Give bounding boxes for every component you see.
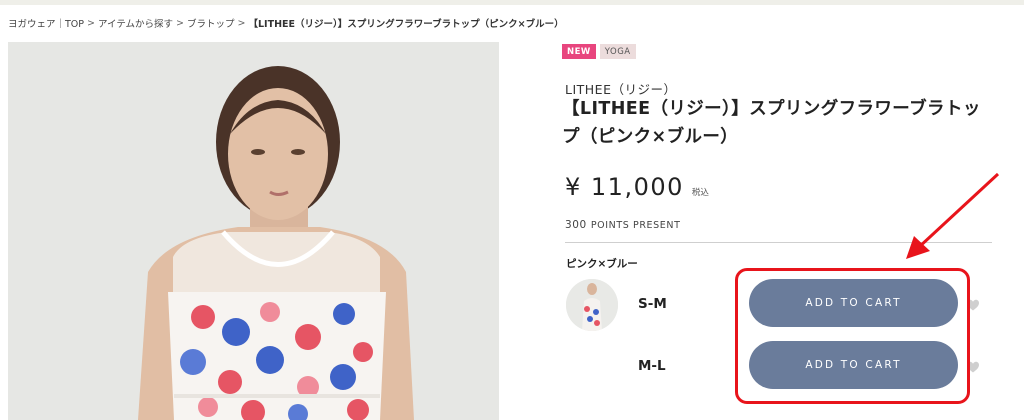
breadcrumb-items[interactable]: アイテムから探す — [98, 16, 173, 30]
heart-icon[interactable] — [966, 359, 980, 373]
color-thumbnail[interactable] — [566, 279, 618, 331]
breadcrumb-separator: > — [176, 17, 185, 29]
product-photo[interactable] — [8, 42, 499, 420]
new-badge: NEW — [562, 44, 596, 59]
breadcrumb-current: 【LITHEE（リジー）】スプリングフラワーブラトップ（ピンク×ブルー） — [248, 19, 564, 30]
breadcrumb-separator: > — [87, 17, 95, 29]
breadcrumb-separator: > — [237, 17, 246, 29]
product-title: 【LITHEE（リジー）】スプリングフラワーブラトップ（ピンク×ブルー） — [562, 99, 981, 147]
points-label: POINTS PRESENT — [590, 220, 681, 231]
points: 300 POINTS PRESENT — [565, 219, 681, 231]
breadcrumb-bratop[interactable]: ブラトップ — [187, 16, 235, 30]
breadcrumb: ヨガウェア｜TOP > アイテムから探す > ブラトップ > 【LITHEE（リ… — [8, 16, 564, 31]
points-number: 300 — [565, 219, 587, 231]
breadcrumb-top[interactable]: ヨガウェア｜TOP — [8, 16, 84, 30]
badges: NEW YOGA — [562, 44, 636, 59]
divider — [565, 242, 992, 243]
add-to-cart-button[interactable]: ADD TO CART — [749, 341, 958, 389]
add-to-cart-button[interactable]: ADD TO CART — [749, 279, 958, 327]
size-label: S-M — [638, 296, 667, 312]
price: ¥ 11,000 税込 — [565, 173, 709, 201]
tax-label: 税込 — [691, 188, 709, 198]
red-arrow-icon — [906, 172, 1000, 259]
category-badge[interactable]: YOGA — [599, 44, 636, 59]
price-value: ¥ 11,000 — [565, 173, 684, 201]
size-label: M-L — [638, 358, 666, 374]
heart-icon[interactable] — [966, 297, 980, 311]
color-name: ピンク×ブルー — [566, 258, 638, 270]
top-bar — [0, 0, 1024, 5]
